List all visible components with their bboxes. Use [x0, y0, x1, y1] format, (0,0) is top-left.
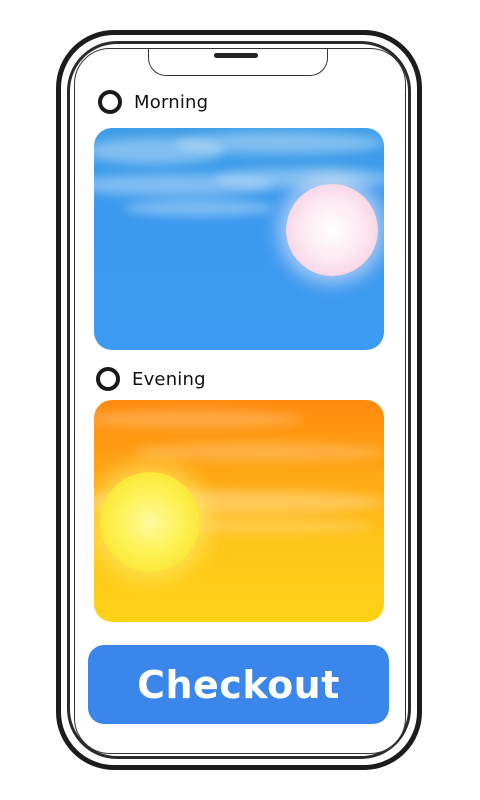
cloud-shape [134, 442, 384, 462]
radio-morning[interactable] [98, 90, 122, 114]
cloud-shape [174, 132, 384, 154]
sun-icon [100, 472, 200, 572]
option-evening-label: Evening [132, 368, 206, 390]
sun-icon [286, 184, 378, 276]
morning-image[interactable] [94, 128, 384, 350]
cloud-shape [214, 168, 384, 188]
phone-notch [148, 49, 328, 76]
option-evening[interactable]: Evening [96, 367, 206, 391]
cloud-shape [94, 410, 304, 428]
checkout-button[interactable]: Checkout [88, 645, 389, 724]
radio-evening[interactable] [96, 367, 120, 391]
speaker-grille [214, 53, 258, 58]
option-morning[interactable]: Morning [98, 90, 208, 114]
evening-image[interactable] [94, 400, 384, 622]
cloud-shape [124, 200, 274, 216]
option-morning-label: Morning [134, 91, 209, 113]
